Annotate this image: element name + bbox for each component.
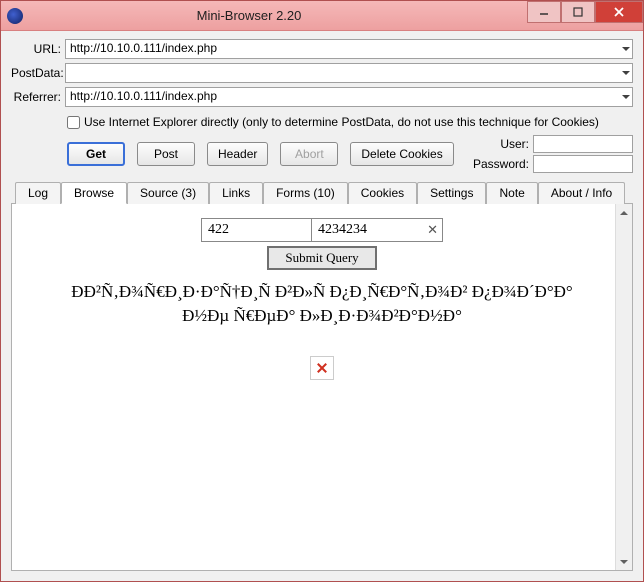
ie-checkbox-row: Use Internet Explorer directly (only to … — [67, 115, 633, 129]
titlebar: Mini-Browser 2.20 — [1, 1, 643, 31]
vertical-scrollbar[interactable] — [615, 204, 632, 570]
header-button[interactable]: Header — [207, 142, 268, 166]
ie-checkbox-label: Use Internet Explorer directly (only to … — [84, 115, 599, 129]
app-window: Mini-Browser 2.20 URL: http://10.10.0.11… — [0, 0, 644, 582]
delete-cookies-button[interactable]: Delete Cookies — [350, 142, 453, 166]
app-icon — [7, 8, 23, 24]
rendered-page: ✕ Submit Query ÐÐ²Ñ‚Ð¾Ñ€Ð¸Ð·Ð°Ñ†Ð¸Ñ Ð²Ð»… — [12, 204, 632, 398]
action-button-row: Get Post Header Abort Delete Cookies Use… — [67, 135, 633, 173]
maximize-button[interactable] — [561, 1, 595, 23]
user-input[interactable] — [533, 135, 633, 153]
tab-log[interactable]: Log — [15, 182, 61, 204]
postdata-row: PostData: — [11, 63, 633, 83]
tab-note[interactable]: Note — [486, 182, 537, 204]
tab-settings[interactable]: Settings — [417, 182, 486, 204]
browser-pane: ✕ Submit Query ÐÐ²Ñ‚Ð¾Ñ€Ð¸Ð·Ð°Ñ†Ð¸Ñ Ð²Ð»… — [11, 204, 633, 571]
clear-input-icon[interactable]: ✕ — [427, 222, 438, 238]
scroll-track[interactable] — [616, 221, 632, 553]
tab-about[interactable]: About / Info — [538, 182, 625, 204]
ie-checkbox[interactable] — [67, 116, 80, 129]
postdata-input[interactable] — [65, 63, 633, 83]
url-input[interactable]: http://10.10.0.111/index.php — [65, 39, 633, 59]
submit-query-button[interactable]: Submit Query — [267, 246, 376, 270]
referrer-input[interactable]: http://10.10.0.111/index.php — [65, 87, 633, 107]
tab-source[interactable]: Source (3) — [127, 182, 209, 204]
tab-forms[interactable]: Forms (10) — [263, 182, 348, 204]
url-label: URL: — [11, 42, 65, 56]
close-button[interactable] — [595, 1, 643, 23]
tab-bar: Log Browse Source (3) Links Forms (10) C… — [11, 181, 633, 204]
referrer-value: http://10.10.0.111/index.php — [70, 89, 217, 103]
tab-links[interactable]: Links — [209, 182, 263, 204]
url-value: http://10.10.0.111/index.php — [70, 41, 217, 55]
dropdown-arrow-icon[interactable] — [622, 95, 630, 99]
minimize-button[interactable] — [527, 1, 561, 23]
chevron-up-icon — [620, 211, 628, 215]
page-input-2[interactable] — [312, 219, 442, 241]
postdata-label: PostData: — [11, 66, 65, 80]
window-buttons — [527, 1, 643, 30]
credentials-group: User: Password: — [473, 135, 633, 173]
page-input-group: ✕ — [201, 218, 443, 242]
maximize-icon — [573, 7, 583, 17]
minimize-icon — [539, 7, 549, 17]
tab-browse[interactable]: Browse — [61, 182, 127, 204]
referrer-row: Referrer: http://10.10.0.111/index.php — [11, 87, 633, 107]
get-button[interactable]: Get — [67, 142, 125, 166]
tab-cookies[interactable]: Cookies — [348, 182, 417, 204]
page-body-text: ÐÐ²Ñ‚Ð¾Ñ€Ð¸Ð·Ð°Ñ†Ð¸Ñ Ð²Ð»Ñ Ð¿Ð¸Ñ€Ð°Ñ‚Ð¾Ð… — [56, 280, 588, 328]
chevron-down-icon — [620, 560, 628, 564]
scroll-up-button[interactable] — [616, 204, 632, 221]
password-input[interactable] — [533, 155, 633, 173]
close-icon — [613, 6, 625, 18]
page-input-1[interactable] — [202, 219, 312, 241]
window-title: Mini-Browser 2.20 — [0, 8, 527, 23]
user-label: User: — [473, 137, 529, 151]
client-area: URL: http://10.10.0.111/index.php PostDa… — [1, 31, 643, 581]
broken-image-icon — [310, 356, 334, 380]
url-row: URL: http://10.10.0.111/index.php — [11, 39, 633, 59]
dropdown-arrow-icon[interactable] — [622, 47, 630, 51]
referrer-label: Referrer: — [11, 90, 65, 104]
abort-button: Abort — [280, 142, 338, 166]
scroll-down-button[interactable] — [616, 553, 632, 570]
password-label: Password: — [473, 157, 529, 171]
dropdown-arrow-icon[interactable] — [622, 71, 630, 75]
post-button[interactable]: Post — [137, 142, 195, 166]
